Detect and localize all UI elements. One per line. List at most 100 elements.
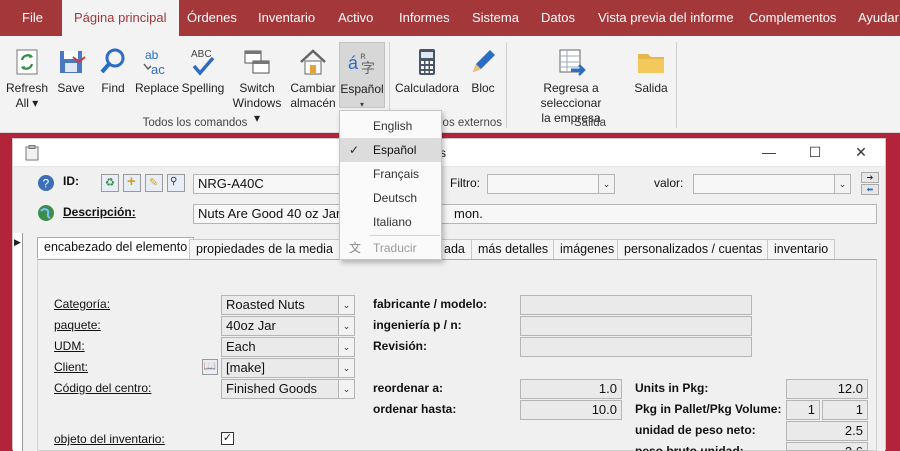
cambiar-almacen-button[interactable]: Cambiar almacén — [288, 46, 338, 111]
language-item-espanol[interactable]: ✓ Español — [340, 138, 441, 162]
pkg-volume-input[interactable]: 1 — [822, 400, 868, 420]
reordenar-input[interactable]: 1.0 — [520, 379, 622, 399]
replace-button[interactable]: ab ac Replace — [134, 46, 180, 96]
language-item-italiano[interactable]: Italiano — [340, 210, 441, 234]
record-selector[interactable]: ▶ — [13, 233, 23, 451]
language-espanol-button[interactable]: á字ʀ Español ▾ — [339, 42, 385, 109]
ordenar-hasta-input[interactable]: 10.0 — [520, 400, 622, 420]
help-icon[interactable]: ? — [37, 174, 55, 192]
language-item-english[interactable]: English — [340, 114, 441, 138]
switch-windows-button[interactable]: Switch Windows ▾ — [228, 46, 286, 126]
edit-pencil-icon[interactable]: ✎ — [145, 174, 163, 192]
units-in-pkg-input[interactable]: 12.0 — [786, 379, 868, 399]
client-value: [make] — [226, 360, 266, 375]
svg-text:?: ? — [43, 177, 50, 191]
menu-tab-pagina-principal[interactable]: Página principal — [62, 0, 179, 36]
group-label-comandos: Todos los comandos — [142, 117, 248, 129]
ingenieria-input[interactable] — [520, 316, 752, 336]
objeto-inventario-label: objeto del inventario: — [54, 432, 165, 446]
group-divider — [506, 42, 507, 128]
save-button[interactable]: Save — [54, 46, 88, 96]
language-item-francais[interactable]: Français — [340, 162, 441, 186]
espanol-label: Español — [340, 82, 384, 96]
book-icon[interactable]: 📖 — [202, 359, 218, 375]
udm-label: UDM: — [54, 339, 85, 353]
salida-button[interactable]: Salida — [632, 46, 670, 96]
revision-input[interactable] — [520, 337, 752, 357]
fabricante-input[interactable] — [520, 295, 752, 315]
objeto-inventario-checkbox[interactable]: ✓ — [221, 432, 234, 445]
udm-select[interactable]: Each ⌄ — [221, 337, 355, 357]
reordenar-label: reordenar a: — [373, 381, 444, 395]
spelling-label: Spelling — [181, 81, 225, 95]
menu-tab-sistema[interactable]: Sistema — [472, 0, 519, 36]
menu-tab-activo[interactable]: Activo — [338, 0, 373, 36]
codigo-centro-select[interactable]: Finished Goods ⌄ — [221, 379, 355, 399]
switch-windows-icon — [244, 50, 270, 74]
menu-tab-vista-previa[interactable]: Vista previa del informe — [598, 0, 734, 36]
client-select[interactable]: [make] ⌄ — [221, 358, 355, 378]
prev-arrow-icon[interactable]: ⬅ — [861, 184, 879, 195]
paquete-value: 40oz Jar — [226, 318, 276, 333]
menu-tab-informes[interactable]: Informes — [399, 0, 450, 36]
menu-tab-inventario[interactable]: Inventario — [258, 0, 315, 36]
menu-tab-ordenes[interactable]: Órdenes — [187, 0, 237, 36]
globe-icon[interactable] — [37, 204, 55, 222]
id-input[interactable]: NRG-A40C — [193, 174, 340, 194]
bloc-button[interactable]: Bloc — [464, 46, 502, 96]
menu-tab-datos[interactable]: Datos — [541, 0, 575, 36]
descripcion-input[interactable]: Nuts Are Good 40 oz Jar mon. — [193, 204, 877, 224]
calculadora-button[interactable]: Calculadora — [394, 46, 460, 96]
valor-select[interactable]: ⌄ — [693, 174, 851, 194]
menu-tab-file[interactable]: File — [22, 0, 43, 36]
minimize-button[interactable]: — — [759, 144, 779, 160]
delete-icon[interactable]: ♻ — [101, 174, 119, 192]
filtro-label: Filtro: — [450, 176, 480, 190]
menu-tab-complementos[interactable]: Complementos — [749, 0, 836, 36]
tab-personalizados[interactable]: personalizados / cuentas — [617, 239, 770, 259]
language-icon: á 字ʀ — [348, 51, 375, 77]
salida-label: Salida — [634, 81, 668, 95]
menu-tab-ayudar[interactable]: Ayudar — [858, 0, 899, 36]
spelling-check-icon: ABC — [191, 49, 215, 76]
maximize-button[interactable]: ☐ — [805, 144, 825, 161]
refresh-label: Refresh — [5, 81, 49, 95]
refresh-all-label: All ▾ — [15, 96, 39, 110]
regresa-empresa-button[interactable]: Regresa a seleccionar la empresa — [512, 46, 630, 126]
categoria-label: Categoría: — [54, 297, 111, 311]
paquete-select[interactable]: 40oz Jar ⌄ — [221, 316, 355, 336]
find-button[interactable]: Find — [96, 46, 130, 96]
client-label: Client: — [54, 360, 89, 374]
add-icon[interactable]: + — [123, 173, 141, 192]
refresh-button[interactable]: Refresh All ▾ — [4, 46, 50, 111]
search-binoculars-icon[interactable]: ⚲ — [167, 174, 185, 192]
item-form-window: s — ☐ ✕ ▶ ? ID: ♻ + ✎ ⚲ NRG-A40C Filtro:… — [12, 138, 886, 451]
chevron-down-icon: ⌄ — [338, 380, 354, 398]
paquete-label: paquete: — [54, 318, 101, 332]
chevron-down-icon: ⌄ — [834, 175, 850, 193]
pallet-input[interactable]: 1 — [786, 400, 820, 420]
peso-neto-input[interactable]: 2.5 — [786, 421, 868, 441]
cambiar-label: Cambiar — [290, 81, 336, 95]
svg-text:ac: ac — [151, 62, 165, 77]
translate-item[interactable]: 文 Traducir — [340, 236, 441, 260]
calculadora-label: Calculadora — [394, 81, 460, 95]
close-button[interactable]: ✕ — [851, 144, 871, 161]
peso-neto-label: unidad de peso neto: — [635, 423, 756, 437]
language-item-deutsch[interactable]: Deutsch — [340, 186, 441, 210]
tab-mas-detalles[interactable]: más detalles — [471, 239, 556, 259]
tab-imagenes[interactable]: imágenes — [553, 239, 622, 259]
group-label-salida: Salida — [574, 117, 606, 129]
codigo-centro-value: Finished Goods — [226, 381, 318, 396]
tab-ada[interactable]: ada — [437, 239, 472, 259]
units-in-pkg-label: Units in Pkg: — [635, 381, 709, 395]
tab-inventario[interactable]: inventario — [767, 239, 836, 259]
categoria-select[interactable]: Roasted Nuts ⌄ — [221, 295, 355, 315]
next-arrow-icon[interactable]: ➔ — [861, 172, 879, 183]
tab-propiedades[interactable]: propiedades de la media — [189, 239, 340, 259]
filtro-select[interactable]: ⌄ — [487, 174, 615, 194]
checkmark-icon: ✓ — [349, 143, 360, 157]
tab-encabezado[interactable]: encabezado del elemento — [37, 237, 195, 258]
replace-label: Replace — [134, 81, 180, 95]
spelling-button[interactable]: ABC Spelling — [180, 46, 226, 96]
